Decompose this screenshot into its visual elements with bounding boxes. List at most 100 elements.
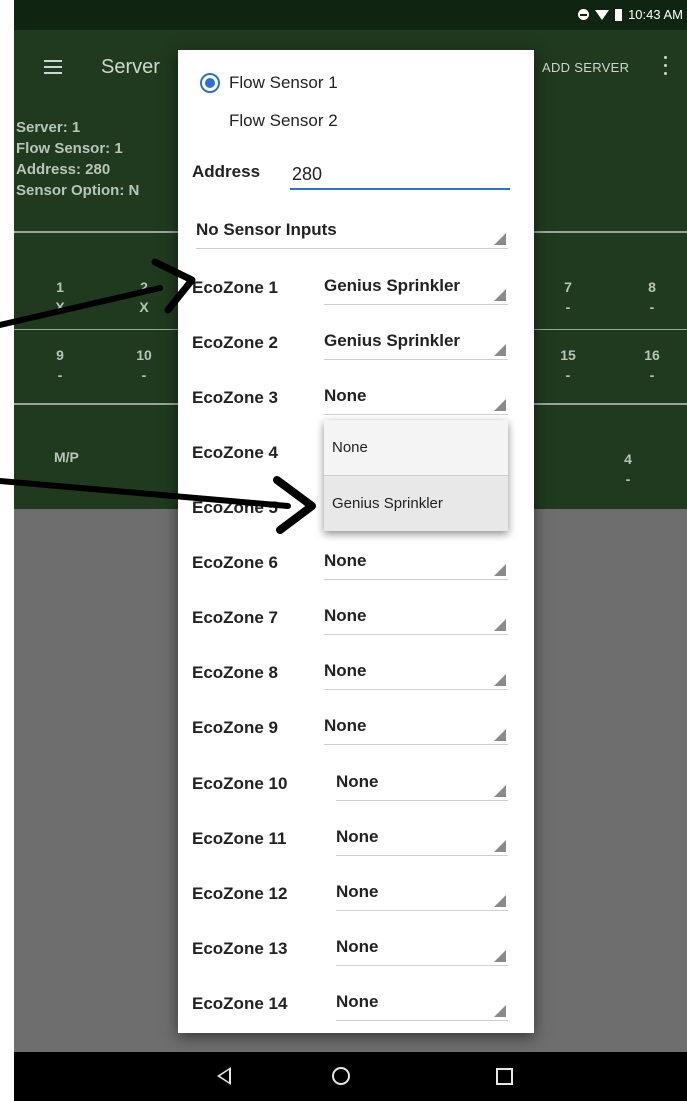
sensor-option-spinner[interactable]: No Sensor Inputs: [196, 218, 508, 249]
zone-cell: 9 -: [40, 345, 80, 385]
mp-label: M/P: [54, 449, 79, 465]
zone-number: 15: [560, 347, 576, 363]
ecozone-spinner[interactable]: None: [324, 659, 508, 690]
ecozone-label: EcoZone 12: [192, 884, 288, 903]
ecozone-label: EcoZone 13: [192, 939, 288, 958]
ecozone-label: EcoZone 8: [192, 663, 278, 682]
zone-cell: 10 -: [124, 345, 164, 385]
spinner-arrow-icon: [494, 950, 506, 962]
ecozone-label: EcoZone 10: [192, 774, 288, 793]
app-title: Server: [101, 56, 160, 78]
zone-status: -: [649, 367, 655, 383]
do-not-disturb-icon: [578, 9, 590, 20]
zone-cell: 15 -: [548, 345, 588, 385]
spinner-value: None: [336, 772, 379, 791]
address-input[interactable]: [290, 160, 510, 190]
zone-number: 1: [56, 279, 64, 295]
ecozone-spinner[interactable]: Genius Sprinkler: [324, 329, 508, 360]
server-info-line: Sensor Option: N: [16, 182, 140, 199]
spinner-value: None: [336, 827, 379, 846]
flow-sensor-1-option[interactable]: Flow Sensor 1: [200, 71, 338, 95]
ecozone-dropdown-menu: None Genius Sprinkler: [324, 420, 508, 531]
server-info: Server: 1 Flow Sensor: 1 Address: 280 Se…: [16, 117, 139, 201]
zone-status: X: [55, 299, 65, 315]
spinner-arrow-icon: [494, 289, 506, 301]
zone-number: 9: [56, 347, 64, 363]
zone-status: -: [565, 367, 571, 383]
spinner-arrow-icon: [494, 895, 506, 907]
zone-number: 10: [136, 347, 152, 363]
wifi-icon: [595, 9, 610, 20]
zone-cell: 2 X: [124, 277, 164, 317]
zone-number: 2: [140, 279, 148, 295]
battery-icon: [615, 8, 623, 21]
dropdown-option-none[interactable]: None: [324, 420, 508, 475]
radio-selected-icon[interactable]: [200, 73, 220, 93]
spinner-value: None: [336, 882, 379, 901]
zone-number: 7: [564, 279, 572, 295]
spinner-value: None: [324, 386, 367, 405]
flow-sensor-2-option[interactable]: Flow Sensor 2: [229, 109, 338, 133]
ecozone-spinner[interactable]: None: [324, 714, 508, 745]
spinner-arrow-icon: [494, 619, 506, 631]
spinner-arrow-icon: [494, 399, 506, 411]
dropdown-option-genius-sprinkler[interactable]: Genius Sprinkler: [324, 475, 508, 531]
zone-status: -: [141, 367, 147, 383]
spinner-arrow-icon: [494, 785, 506, 797]
spinner-value: None: [324, 661, 367, 680]
status-time: 10:43 AM: [628, 7, 683, 22]
ecozone-spinner[interactable]: None: [336, 880, 508, 911]
hamburger-menu-icon[interactable]: [44, 60, 62, 74]
server-info-line: Flow Sensor: 1: [16, 140, 123, 157]
ecozone-spinner[interactable]: Genius Sprinkler: [324, 274, 508, 305]
spinner-value: None: [336, 992, 379, 1011]
ecozone-label: EcoZone 6: [192, 553, 278, 572]
ecozone-label: EcoZone 3: [192, 388, 278, 407]
back-icon[interactable]: [217, 1067, 231, 1085]
flow-sensor-dialog: Flow Sensor 1 Flow Sensor 2 Address No S…: [178, 50, 534, 1033]
status-bar: 10:43 AM: [14, 0, 687, 30]
ecozone-spinner[interactable]: None: [324, 604, 508, 635]
ecozone-spinner[interactable]: None: [336, 935, 508, 966]
zone-cell: 1 X: [40, 277, 80, 317]
zone-status: -: [57, 367, 63, 383]
ecozone-spinner[interactable]: None: [336, 990, 508, 1021]
server-info-line: Address: 280: [16, 161, 111, 178]
spinner-arrow-icon: [494, 729, 506, 741]
zone-cell: 16 -: [632, 345, 672, 385]
spinner-arrow-icon: [494, 344, 506, 356]
ecozone-spinner[interactable]: None: [324, 549, 508, 580]
address-label: Address: [192, 162, 261, 181]
zone-cell: 4 -: [608, 449, 648, 489]
spinner-value: No Sensor Inputs: [196, 220, 337, 239]
spinner-value: None: [324, 606, 367, 625]
zone-status: -: [565, 299, 571, 315]
recents-icon[interactable]: [496, 1068, 513, 1085]
home-icon[interactable]: [332, 1067, 350, 1085]
ecozone-label: EcoZone 2: [192, 333, 278, 352]
spinner-value: None: [336, 937, 379, 956]
spinner-value: None: [324, 716, 367, 735]
ecozone-spinner[interactable]: None: [324, 384, 508, 415]
spinner-arrow-icon: [494, 674, 506, 686]
ecozone-spinner[interactable]: None: [336, 825, 508, 856]
ecozone-label: EcoZone 7: [192, 608, 278, 627]
add-server-button[interactable]: ADD SERVER: [542, 60, 629, 75]
flow-sensor-label: Flow Sensor 1: [229, 73, 338, 92]
spinner-arrow-icon: [494, 564, 506, 576]
zone-cell: 8 -: [632, 277, 672, 317]
spinner-value: None: [324, 551, 367, 570]
overflow-menu-icon[interactable]: [664, 56, 668, 76]
ecozone-spinner[interactable]: None: [336, 770, 508, 801]
device-screen: 10:43 AM Server ADD SERVER Server: 1 Flo…: [14, 0, 687, 1101]
zone-status: X: [139, 299, 149, 315]
zone-number: 8: [648, 279, 656, 295]
zone-status: -: [649, 299, 655, 315]
navigation-bar: [14, 1052, 687, 1101]
ecozone-label: EcoZone 9: [192, 718, 278, 737]
zone-number: 16: [644, 347, 660, 363]
zone-number: 4: [624, 451, 632, 467]
ecozone-label: EcoZone 5: [192, 498, 278, 517]
zone-status: -: [625, 471, 631, 487]
server-info-line: Server: 1: [16, 119, 81, 136]
